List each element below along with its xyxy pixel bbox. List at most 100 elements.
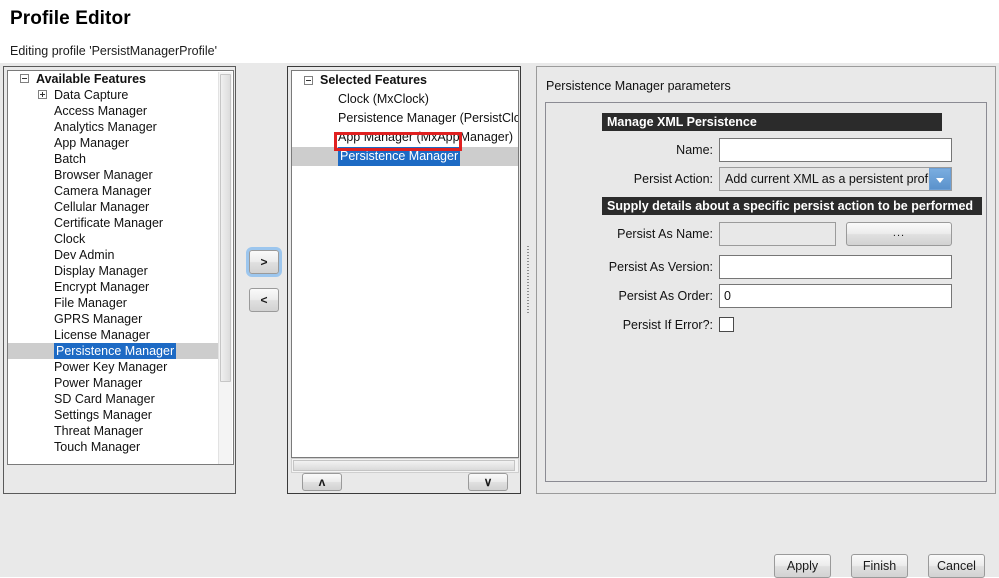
- tree-item-label: Power Manager: [54, 375, 142, 391]
- selected-features-tree[interactable]: Selected FeaturesClock (MxClock)Persiste…: [291, 70, 519, 458]
- tree-item-persistence-manager[interactable]: Persistence Manager: [8, 343, 219, 359]
- move-up-button[interactable]: ʌ: [302, 473, 342, 491]
- tree-item-label: GPRS Manager: [54, 311, 142, 327]
- chevron-down-icon[interactable]: [929, 168, 951, 190]
- panel-splitter[interactable]: [524, 66, 532, 494]
- tree-item-cellular-manager[interactable]: Cellular Manager: [8, 199, 219, 215]
- persist-action-selected-value: Add current XML as a persistent profile: [725, 168, 941, 192]
- persist-action-details-header: Supply details about a specific persist …: [602, 197, 982, 215]
- tree-item-label: Settings Manager: [54, 407, 152, 423]
- tree-item-label: Analytics Manager: [54, 119, 157, 135]
- collapse-minus-icon[interactable]: [20, 74, 29, 83]
- tree-item-gprs-manager[interactable]: GPRS Manager: [8, 311, 219, 327]
- tree-item-display-manager[interactable]: Display Manager: [8, 263, 219, 279]
- parameters-panel-title: Persistence Manager parameters: [546, 79, 731, 93]
- tree-root-label: Selected Features: [320, 71, 427, 90]
- selected-features-reorder-group: ʌ ∨: [291, 473, 519, 493]
- selected-item-clock-mxclock-[interactable]: Clock (MxClock): [292, 90, 518, 109]
- persist-if-error-label: Persist If Error?:: [623, 312, 713, 338]
- scrollbar-thumb[interactable]: [220, 74, 231, 382]
- tree-item-file-manager[interactable]: File Manager: [8, 295, 219, 311]
- tree-item-label: App Manager: [54, 135, 129, 151]
- persist-as-version-label: Persist As Version:: [609, 254, 713, 280]
- tree-item-data-capture[interactable]: Data Capture: [8, 87, 219, 103]
- persist-as-name-browse-button[interactable]: ...: [846, 222, 952, 246]
- expand-plus-icon[interactable]: [38, 90, 47, 99]
- tree-item-label: Clock: [54, 231, 85, 247]
- selected-item-label: Persistence Manager (PersistClock): [338, 109, 519, 128]
- tree-item-certificate-manager[interactable]: Certificate Manager: [8, 215, 219, 231]
- tree-item-label: Access Manager: [54, 103, 147, 119]
- selected-features-horizontal-scrollbar[interactable]: [291, 458, 519, 473]
- name-input[interactable]: [719, 138, 952, 162]
- tree-item-sd-card-manager[interactable]: SD Card Manager: [8, 391, 219, 407]
- available-features-panel: Available FeaturesData CaptureAccess Man…: [3, 66, 236, 494]
- persist-if-error-checkbox[interactable]: [719, 317, 734, 332]
- tree-item-threat-manager[interactable]: Threat Manager: [8, 423, 219, 439]
- add-feature-button[interactable]: >: [249, 250, 279, 274]
- manage-xml-persistence-header: Manage XML Persistence: [602, 113, 942, 131]
- tree-item-browser-manager[interactable]: Browser Manager: [8, 167, 219, 183]
- parameters-panel: Persistence Manager parameters Manage XM…: [536, 66, 996, 494]
- parameters-groupbox: Manage XML Persistence Name: Persist Act…: [545, 102, 987, 482]
- tree-item-label: Encrypt Manager: [54, 279, 149, 295]
- persist-as-order-label: Persist As Order:: [619, 283, 713, 309]
- tree-item-label: Cellular Manager: [54, 199, 149, 215]
- page-subtitle: Editing profile 'PersistManagerProfile': [10, 44, 217, 58]
- selected-item-app-manager-mxappmanager-[interactable]: App Manager (MxAppManager): [292, 128, 518, 147]
- name-label: Name:: [676, 137, 713, 163]
- tree-item-settings-manager[interactable]: Settings Manager: [8, 407, 219, 423]
- tree-item-label: Threat Manager: [54, 423, 143, 439]
- selected-item-label: Clock (MxClock): [338, 90, 429, 109]
- tree-item-batch[interactable]: Batch: [8, 151, 219, 167]
- cancel-button[interactable]: Cancel: [928, 554, 985, 578]
- persist-as-order-input[interactable]: [719, 284, 952, 308]
- available-features-tree[interactable]: Available FeaturesData CaptureAccess Man…: [7, 70, 234, 465]
- tree-item-camera-manager[interactable]: Camera Manager: [8, 183, 219, 199]
- persist-as-name-label: Persist As Name:: [617, 221, 713, 247]
- tree-item-label: Persistence Manager: [54, 343, 176, 359]
- persist-action-dropdown[interactable]: Add current XML as a persistent profile: [719, 167, 952, 191]
- persist-as-version-input[interactable]: [719, 255, 952, 279]
- tree-root-selected-features[interactable]: Selected Features: [292, 71, 518, 90]
- splitter-grip-icon: [527, 246, 529, 314]
- remove-feature-button[interactable]: <: [249, 288, 279, 312]
- tree-item-analytics-manager[interactable]: Analytics Manager: [8, 119, 219, 135]
- tree-item-label: Browser Manager: [54, 167, 153, 183]
- window-header: Profile Editor Editing profile 'PersistM…: [0, 0, 999, 63]
- available-features-panel-footer: [7, 466, 234, 492]
- persist-as-name-input[interactable]: [719, 222, 836, 246]
- tree-item-label: Camera Manager: [54, 183, 151, 199]
- selected-item-persistence-manager-persistclock-[interactable]: Persistence Manager (PersistClock): [292, 109, 518, 128]
- tree-item-encrypt-manager[interactable]: Encrypt Manager: [8, 279, 219, 295]
- tree-root-available-features[interactable]: Available Features: [8, 71, 219, 87]
- available-features-vertical-scrollbar[interactable]: [218, 72, 232, 465]
- apply-button[interactable]: Apply: [774, 554, 831, 578]
- tree-item-dev-admin[interactable]: Dev Admin: [8, 247, 219, 263]
- tree-item-touch-manager[interactable]: Touch Manager: [8, 439, 219, 455]
- scrollbar-thumb[interactable]: [293, 460, 515, 471]
- selected-item-persistence-manager[interactable]: Persistence Manager: [292, 147, 519, 166]
- tree-item-label: License Manager: [54, 327, 150, 343]
- tree-item-label: Batch: [54, 151, 86, 167]
- move-down-button[interactable]: ∨: [468, 473, 508, 491]
- tree-item-label: File Manager: [54, 295, 127, 311]
- tree-item-app-manager[interactable]: App Manager: [8, 135, 219, 151]
- tree-item-label: Data Capture: [54, 87, 128, 103]
- selected-features-panel: Selected FeaturesClock (MxClock)Persiste…: [287, 66, 521, 494]
- tree-root-label: Available Features: [36, 71, 146, 87]
- tree-item-clock[interactable]: Clock: [8, 231, 219, 247]
- tree-item-access-manager[interactable]: Access Manager: [8, 103, 219, 119]
- tree-item-license-manager[interactable]: License Manager: [8, 327, 219, 343]
- persist-as-name-field-row: Persist As Name: ...: [556, 221, 980, 247]
- tree-item-label: Power Key Manager: [54, 359, 167, 375]
- persist-action-field-row: Persist Action: Add current XML as a per…: [556, 166, 980, 192]
- persist-if-error-field-row: Persist If Error?:: [556, 312, 980, 338]
- transfer-button-group: > <: [246, 247, 282, 317]
- tree-item-power-key-manager[interactable]: Power Key Manager: [8, 359, 219, 375]
- finish-button[interactable]: Finish: [851, 554, 908, 578]
- persist-as-order-field-row: Persist As Order:: [556, 283, 980, 309]
- collapse-minus-icon[interactable]: [304, 76, 313, 85]
- tree-item-label: Dev Admin: [54, 247, 114, 263]
- tree-item-power-manager[interactable]: Power Manager: [8, 375, 219, 391]
